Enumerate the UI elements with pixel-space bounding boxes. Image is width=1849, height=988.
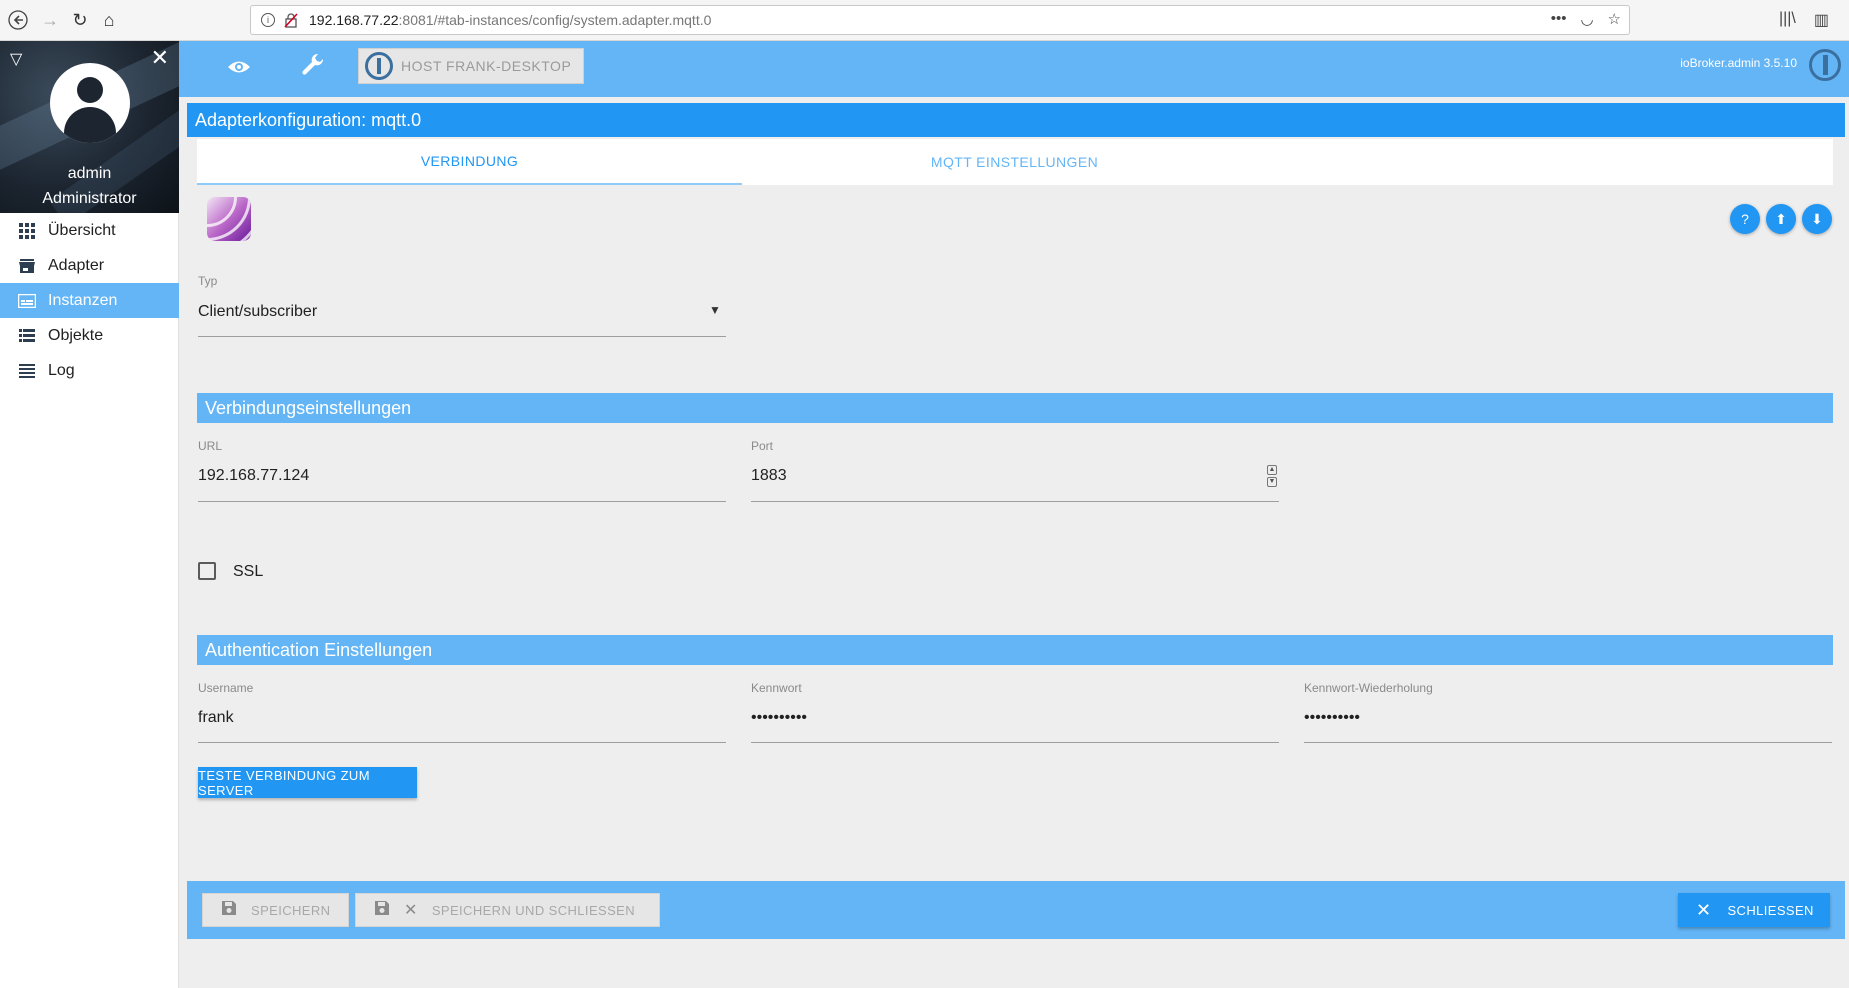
url-host: 192.168.77.22	[309, 12, 399, 28]
close-button[interactable]: ✕ SCHLIESSEN	[1678, 893, 1830, 927]
instances-icon	[18, 292, 36, 310]
typ-label: Typ	[198, 274, 218, 288]
password-label: Kennwort	[751, 681, 802, 695]
section-auth: Authentication Einstellungen	[197, 635, 1833, 665]
download-icon: ⬇	[1811, 210, 1823, 227]
user-name: admin	[67, 165, 112, 182]
sidebar-item-uebersicht[interactable]: Übersicht	[0, 213, 179, 248]
tab-verbindung[interactable]: VERBINDUNG	[197, 139, 742, 185]
sidebar-item-label: Log	[48, 361, 75, 379]
menu-toggle-icon[interactable]: ▽	[10, 49, 22, 69]
sidebar-item-label: Übersicht	[48, 221, 116, 239]
close-sidebar-icon[interactable]: ✕	[151, 45, 169, 71]
sidebar-item-label: Instanzen	[48, 291, 118, 309]
close-label: SCHLIESSEN	[1727, 902, 1814, 918]
password-input[interactable]: ••••••••••	[751, 709, 807, 727]
url-label: URL	[198, 439, 223, 453]
store-icon	[18, 257, 36, 275]
profile-header: ▽ ✕ admin Administrator	[0, 41, 179, 213]
iobroker-brand-icon	[1809, 49, 1841, 81]
help-button[interactable]: ?	[1730, 204, 1760, 234]
close-icon: ✕	[1696, 899, 1712, 920]
sidebar-item-instanzen[interactable]: Instanzen	[0, 283, 179, 318]
ssl-label: SSL	[233, 563, 264, 580]
user-role: Administrator	[42, 190, 137, 207]
section-connection: Verbindungseinstellungen	[197, 393, 1833, 423]
save-and-close-button[interactable]: ✕ SPEICHERN UND SCHLIESSEN	[355, 893, 660, 927]
sidebar: ▽ ✕ admin Administrator Übersicht Adapte…	[0, 41, 179, 988]
save-button[interactable]: SPEICHERN	[202, 893, 349, 927]
page-title: Adapterkonfiguration: mqtt.0	[187, 103, 1845, 137]
password-repeat-label: Kennwort-Wiederholung	[1304, 681, 1433, 695]
port-label: Port	[751, 439, 774, 453]
tab-bar: VERBINDUNG MQTT EINSTELLUNGEN	[197, 139, 1833, 185]
footer-bar: SPEICHERN ✕ SPEICHERN UND SCHLIESSEN ✕ S…	[187, 881, 1845, 939]
back-icon[interactable]	[4, 6, 32, 34]
bookmark-star-icon[interactable]: ☆	[1608, 10, 1621, 28]
upload-button[interactable]: ⬆	[1766, 204, 1796, 234]
version-label: ioBroker.admin 3.5.10	[1680, 56, 1797, 70]
iobroker-logo-icon	[365, 52, 393, 80]
eye-icon[interactable]	[227, 55, 251, 81]
ssl-checkbox[interactable]	[198, 562, 216, 580]
grid-icon	[18, 222, 36, 240]
reload-icon[interactable]: ↻	[66, 6, 94, 34]
stepper-down-icon[interactable]: ▼	[1267, 477, 1277, 487]
app-bar: HOST FRANK-DESKTOP ioBroker.admin 3.5.10	[179, 41, 1849, 97]
typ-underline	[198, 336, 726, 337]
insecure-lock-icon[interactable]	[283, 12, 299, 28]
stepper-up-icon[interactable]: ▲	[1267, 465, 1277, 475]
forward-icon[interactable]: →	[36, 6, 64, 34]
save-icon	[374, 900, 390, 921]
log-icon	[18, 362, 36, 380]
url-input[interactable]: 192.168.77.124	[198, 467, 309, 485]
sidebar-item-adapter[interactable]: Adapter	[0, 248, 179, 283]
sidebar-toggle-icon[interactable]: ▥	[1814, 10, 1829, 30]
username-input[interactable]: frank	[198, 709, 234, 727]
save-and-close-label: SPEICHERN UND SCHLIESSEN	[431, 902, 636, 918]
tab-mqtt-einstellungen[interactable]: MQTT EINSTELLUNGEN	[742, 139, 1287, 185]
port-stepper[interactable]: ▲ ▼	[1267, 465, 1277, 487]
sidebar-item-label: Objekte	[48, 326, 104, 344]
url-underline	[198, 501, 726, 502]
browser-toolbar: → ↻ ⌂ i 192.168.77.22:8081/#tab-instance…	[0, 0, 1849, 41]
save-label: SPEICHERN	[251, 902, 331, 918]
pocket-icon[interactable]: ◡	[1580, 10, 1593, 28]
url-path: :8081/#tab-instances/config/system.adapt…	[398, 12, 712, 28]
host-label: HOST FRANK-DESKTOP	[401, 58, 572, 74]
password-repeat-input[interactable]: ••••••••••	[1304, 709, 1360, 727]
test-connection-button[interactable]: TESTE VERBINDUNG ZUM SERVER	[198, 767, 417, 798]
chevron-down-icon[interactable]: ▼	[709, 303, 721, 317]
sidebar-item-label: Adapter	[48, 256, 105, 274]
sidebar-item-objekte[interactable]: Objekte	[0, 318, 179, 353]
username-label: Username	[198, 681, 254, 695]
upload-icon: ⬆	[1775, 210, 1787, 227]
host-button[interactable]: HOST FRANK-DESKTOP	[358, 48, 584, 84]
address-bar[interactable]: i 192.168.77.22:8081/#tab-instances/conf…	[250, 5, 1630, 35]
sidebar-item-log[interactable]: Log	[0, 353, 179, 388]
typ-select[interactable]: Client/subscriber	[198, 303, 317, 321]
home-icon[interactable]: ⌂	[95, 6, 123, 34]
list-icon	[18, 327, 36, 345]
mqtt-adapter-icon	[207, 197, 251, 241]
more-icon[interactable]: •••	[1551, 10, 1567, 28]
port-underline	[751, 501, 1279, 502]
wrench-icon[interactable]	[301, 53, 325, 84]
download-button[interactable]: ⬇	[1802, 204, 1832, 234]
library-icon[interactable]: |||\	[1779, 10, 1796, 30]
main-content: Adapterkonfiguration: mqtt.0 VERBINDUNG …	[179, 97, 1849, 988]
url-text[interactable]: 192.168.77.22:8081/#tab-instances/config…	[309, 12, 711, 28]
password-repeat-underline	[1304, 742, 1832, 743]
info-icon[interactable]: i	[261, 13, 275, 27]
close-icon: ✕	[404, 902, 418, 919]
port-input[interactable]: 1883	[751, 467, 787, 485]
help-icon: ?	[1741, 211, 1749, 227]
username-underline	[198, 742, 726, 743]
avatar	[50, 63, 130, 143]
side-nav: Übersicht Adapter Instanzen Objekte Log	[0, 213, 179, 388]
save-icon	[221, 900, 237, 921]
password-underline	[751, 742, 1279, 743]
